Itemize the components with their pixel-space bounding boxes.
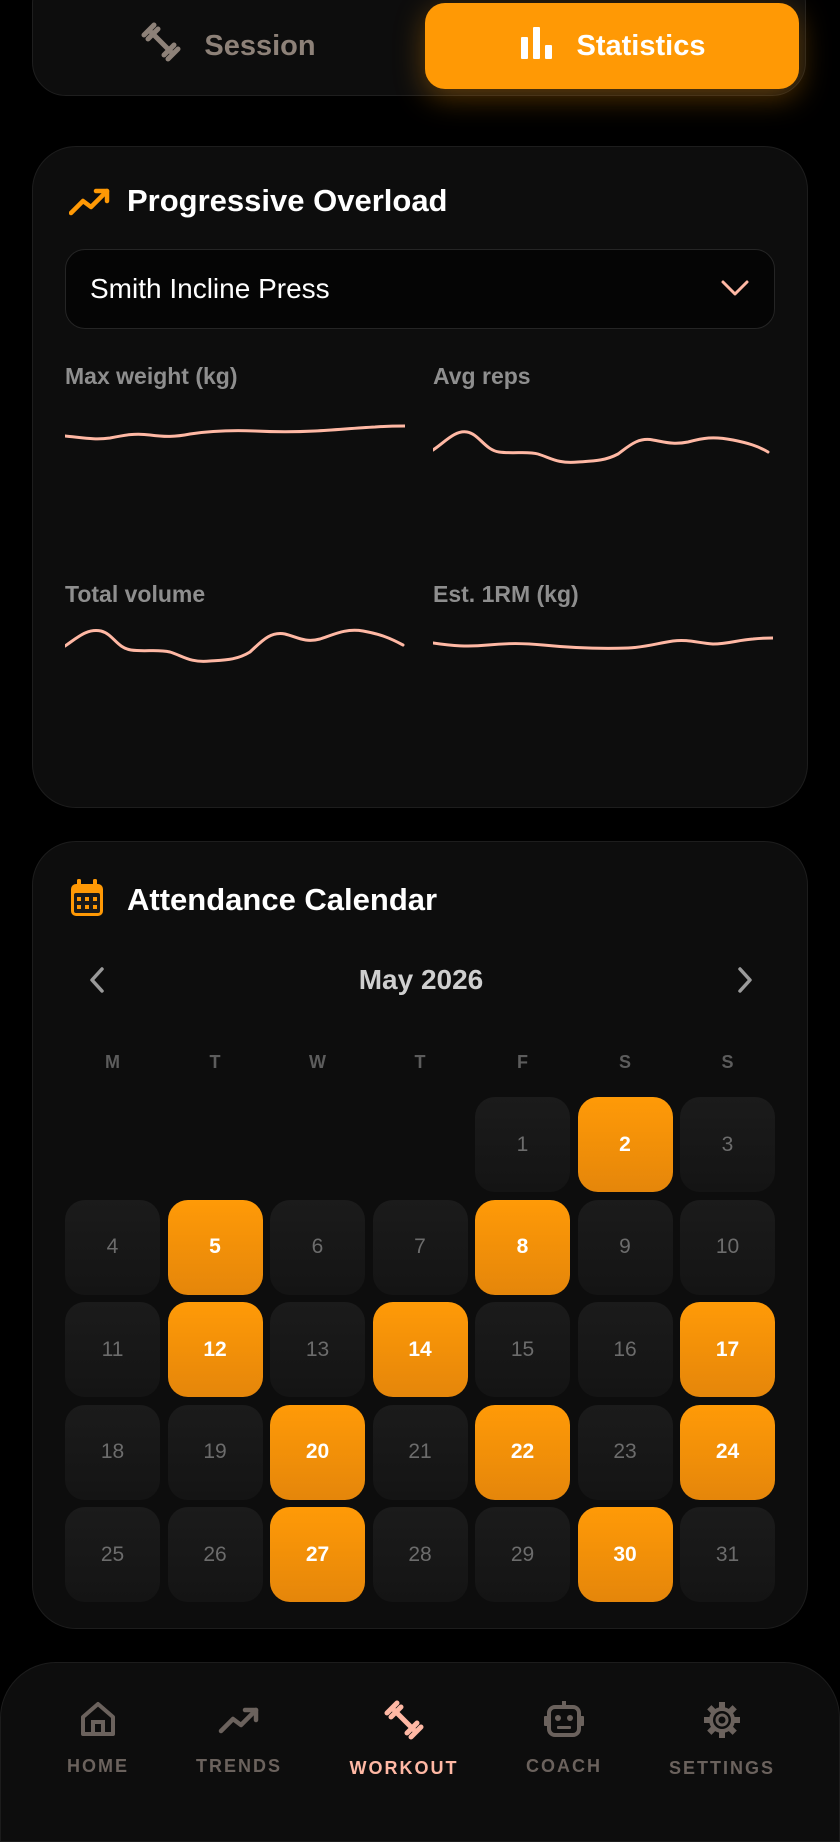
card-title: Attendance Calendar	[127, 882, 438, 917]
session-tab-label: Session	[204, 29, 316, 62]
calendar-day-attended[interactable]: 12	[167, 1302, 263, 1397]
statistics-tab[interactable]: Statistics	[425, 3, 799, 89]
metric-label: Est. 1RM (kg)	[433, 581, 579, 607]
nav-label: HOME	[67, 1756, 129, 1776]
exercise-select-value: Smith Incline Press	[90, 273, 330, 304]
calendar-day[interactable]: 29	[475, 1507, 570, 1602]
calendar-day[interactable]: 4	[65, 1199, 160, 1295]
avg-reps-sparkline	[433, 430, 770, 464]
month-label: May 2026	[358, 964, 484, 995]
calendar-day[interactable]: 9	[577, 1199, 673, 1295]
calendar-day[interactable]: 31	[680, 1507, 775, 1602]
home-icon	[78, 1699, 118, 1744]
trend-up-icon	[68, 187, 111, 222]
nav-home[interactable]: HOME	[28, 1699, 168, 1777]
statistics-tab-label: Statistics	[576, 29, 706, 62]
calendar-day-attended[interactable]: 27	[270, 1507, 365, 1602]
max-weight-sparkline	[65, 424, 405, 441]
weekday-header: M	[105, 1052, 120, 1072]
trend-up-icon	[218, 1699, 260, 1744]
calendar-day[interactable]: 1	[475, 1097, 570, 1192]
calendar-day-attended[interactable]: 2	[577, 1097, 673, 1192]
bottom-navigation: HOME TRENDS WORKOUT COACH SETTINGS	[0, 1662, 840, 1842]
next-month-button[interactable]	[717, 954, 773, 1010]
metric-total-volume: Total volume	[65, 581, 405, 696]
calendar-day[interactable]: 21	[372, 1404, 468, 1500]
chevron-right-icon	[735, 966, 755, 999]
calendar-day[interactable]: 16	[577, 1302, 673, 1397]
metric-label: Total volume	[65, 581, 206, 607]
calendar-day[interactable]: 7	[372, 1199, 468, 1295]
total-volume-sparkline	[65, 628, 405, 663]
exercise-select[interactable]: Smith Incline Press	[65, 249, 775, 329]
nav-trends[interactable]: TRENDS	[169, 1699, 309, 1777]
calendar-day-attended[interactable]: 30	[577, 1507, 673, 1602]
nav-label: WORKOUT	[349, 1758, 459, 1778]
nav-settings[interactable]: SETTINGS	[652, 1699, 792, 1779]
est-1rm-sparkline	[433, 636, 773, 650]
calendar-day[interactable]: 3	[680, 1097, 775, 1192]
calendar-day[interactable]: 19	[167, 1404, 263, 1500]
weekday-header: T	[414, 1052, 426, 1072]
metric-label: Max weight (kg)	[65, 363, 238, 389]
calendar-day[interactable]: 15	[475, 1302, 570, 1397]
calendar-day[interactable]: 26	[167, 1507, 263, 1602]
weekday-header: F	[517, 1052, 528, 1072]
card-title: Progressive Overload	[127, 183, 448, 218]
nav-label: TRENDS	[195, 1756, 282, 1776]
metric-label: Avg reps	[433, 363, 531, 389]
chevron-down-icon	[720, 273, 750, 305]
weekday-header: W	[309, 1052, 326, 1072]
weekday-header: S	[618, 1052, 631, 1072]
weekday-header: T	[209, 1052, 221, 1072]
calendar-day[interactable]: 23	[577, 1404, 673, 1500]
nav-label: SETTINGS	[668, 1758, 775, 1778]
calendar-day-attended[interactable]: 5	[167, 1199, 263, 1295]
dumbbell-icon	[383, 1699, 425, 1746]
robot-icon	[543, 1699, 585, 1744]
calendar-day[interactable]: 10	[680, 1199, 775, 1295]
metric-avg-reps: Avg reps	[433, 363, 773, 478]
month-navigation: May 2026	[33, 954, 809, 1010]
session-tab[interactable]: Session	[41, 3, 415, 89]
metric-est-1rm: Est. 1RM (kg)	[433, 581, 773, 696]
view-toggle: Session Statistics	[32, 0, 806, 96]
calendar-day-attended[interactable]: 22	[475, 1404, 570, 1500]
calendar-day-attended[interactable]: 24	[680, 1404, 775, 1500]
calendar-day[interactable]: 6	[270, 1199, 365, 1295]
calendar-day[interactable]: 28	[372, 1507, 468, 1602]
dumbbell-icon	[140, 21, 182, 71]
calendar-day-attended[interactable]: 8	[475, 1199, 570, 1295]
weekday-header: S	[721, 1052, 734, 1072]
metric-max-weight: Max weight (kg)	[65, 363, 405, 478]
nav-workout[interactable]: WORKOUT	[334, 1699, 474, 1779]
calendar-day[interactable]: 25	[65, 1507, 160, 1602]
calendar-day[interactable]: 13	[270, 1302, 365, 1397]
calendar-day-attended[interactable]: 14	[372, 1302, 468, 1397]
calendar-day[interactable]: 18	[65, 1404, 160, 1500]
calendar-icon	[69, 878, 105, 923]
nav-coach[interactable]: COACH	[494, 1699, 634, 1777]
nav-label: COACH	[526, 1756, 602, 1776]
attendance-calendar-card: Attendance Calendar May 2026 MTWTFSS1234…	[32, 841, 808, 1629]
gear-icon	[701, 1699, 743, 1746]
bar-chart-icon	[519, 25, 555, 67]
calendar-day-attended[interactable]: 17	[680, 1302, 775, 1397]
calendar-day[interactable]: 11	[65, 1302, 160, 1397]
progressive-overload-card: Progressive Overload Smith Incline Press…	[32, 146, 808, 808]
calendar-day-attended[interactable]: 20	[270, 1404, 365, 1500]
